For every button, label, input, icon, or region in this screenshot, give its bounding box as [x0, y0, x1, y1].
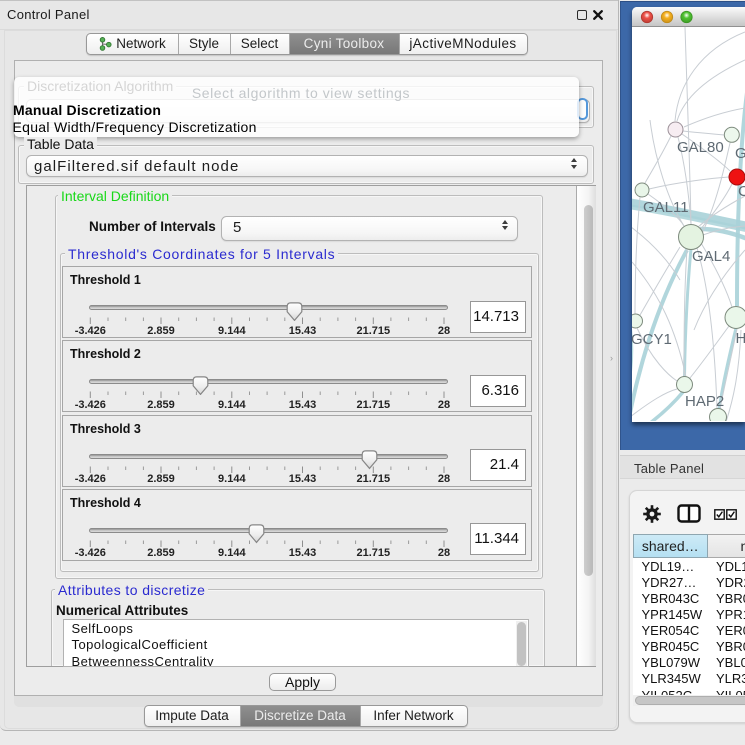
svg-text:GAL80: GAL80	[677, 139, 724, 156]
svg-text:GCY1: GCY1	[632, 331, 672, 348]
svg-text:CYC8: CYC8	[738, 183, 745, 200]
svg-text:HAP2: HAP2	[685, 393, 724, 410]
svg-text:GAL11: GAL11	[643, 199, 689, 216]
svg-text:GAL4: GAL4	[692, 248, 730, 265]
svg-text:HIS4: HIS4	[736, 330, 745, 347]
svg-text:GAL3: GAL3	[735, 145, 745, 162]
